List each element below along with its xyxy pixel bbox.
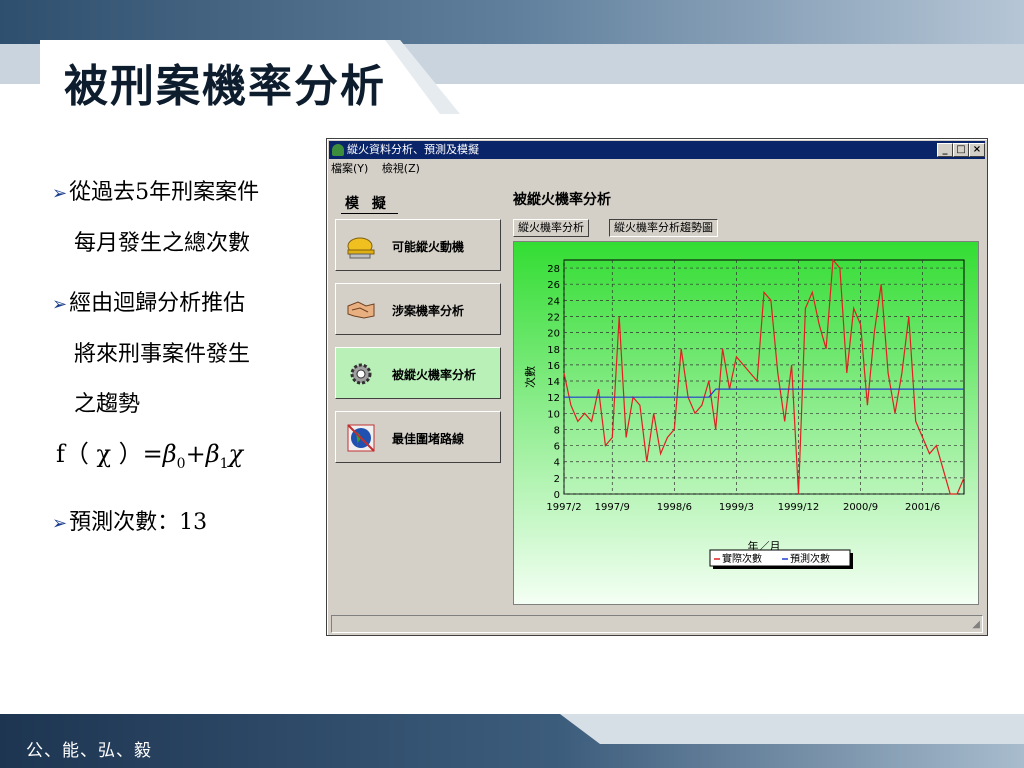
bullet-list: ➢從過去5年刑案案件 每月發生之總次數 ➢經由迴歸分析推估 將來刑事案件發生 之…	[52, 168, 322, 549]
close-button[interactable]: ×	[969, 143, 985, 157]
y-tick-label: 6	[554, 442, 560, 453]
bullet-text: 將來刑事案件發生	[74, 342, 251, 367]
menu-view[interactable]: 檢視(Z)	[382, 162, 420, 175]
app-window: 縱火資料分析、預測及模擬 _ □ × 檔案(Y) 檢視(Z) 模 擬 可能縱火動…	[326, 138, 988, 636]
panel-title: 被縱火機率分析	[513, 192, 611, 208]
y-tick-label: 22	[547, 312, 560, 323]
regression-formula: f（ χ ）=β0+β1χ	[56, 430, 322, 488]
legend-entry: 實際次數	[722, 552, 762, 565]
bullet-text: 預測次數：13	[69, 509, 208, 535]
sidebar-item-arson-motive[interactable]: 可能縱火動機	[335, 219, 501, 271]
y-tick-label: 18	[547, 345, 560, 356]
formula-sub0: 0	[176, 455, 186, 472]
window-title: 縱火資料分析、預測及模擬	[347, 143, 479, 156]
formula-beta1: β	[205, 440, 220, 468]
trend-chart: 02468101214161820222426281997/2 1997/9 199…	[514, 242, 978, 604]
window-titlebar[interactable]: 縱火資料分析、預測及模擬 _ □ ×	[329, 141, 985, 159]
sidebar-item-label: 被縱火機率分析	[392, 368, 477, 382]
formula-chi: χ	[228, 440, 244, 468]
chart-panel: 0 2 4 6 8 10 12 14 16 18 20 22 24 26 28 1997/2 1997/9 199…	[513, 241, 979, 605]
x-tick-label: 1997/9	[595, 502, 630, 513]
sidebar-heading: 模 擬	[341, 193, 398, 214]
x-tick-label: 1998/6	[657, 502, 692, 513]
legend-entry: 預測次數	[790, 552, 830, 565]
handshake-icon	[347, 301, 375, 319]
sidebar-item-involvement[interactable]: 涉案機率分析	[335, 283, 501, 335]
bullet-text: 從過去5年刑案案件	[69, 180, 260, 205]
menu-file[interactable]: 檔案(Y)	[331, 162, 368, 175]
y-axis-label: 次數	[523, 366, 537, 388]
formula-sub1: 1	[219, 455, 229, 472]
bullet-text: 每月發生之總次數	[74, 231, 251, 256]
sidebar-item-arson-probability[interactable]: 被縱火機率分析	[335, 347, 501, 399]
bullet-regression: ➢經由迴歸分析推估 將來刑事案件發生 之趨勢	[52, 279, 322, 430]
y-tick-label: 12	[547, 393, 560, 404]
gear-icon	[350, 363, 372, 385]
formula-beta0: β	[162, 440, 177, 468]
y-tick-label: 28	[547, 264, 560, 275]
x-tick-label: 1999/3	[719, 502, 754, 513]
sidebar-item-containment-route[interactable]: 最佳圍堵路線	[335, 411, 501, 463]
y-tick-label: 8	[554, 425, 560, 436]
footer-band	[0, 714, 1024, 768]
minimize-button[interactable]: _	[937, 143, 953, 157]
maximize-button[interactable]: □	[953, 143, 969, 157]
bullet-text: 經由迴歸分析推估	[69, 291, 246, 316]
bullet-text: 之趨勢	[74, 392, 141, 417]
tab-probability-trend[interactable]: 縱火機率分析趨勢圖	[609, 219, 718, 237]
simulation-sidebar: 模 擬 可能縱火動機 涉案機率分析 被縱火機率分析 最佳圍堵路線	[331, 183, 505, 611]
x-tick-label: 1997/2	[546, 502, 581, 513]
formula-lhs: f（ χ ）=	[56, 440, 163, 468]
title-area: 被刑案機率分析	[40, 40, 460, 114]
x-tick-label: 1999/12	[778, 502, 820, 513]
footer-motto: 公、能、弘、毅	[26, 741, 152, 761]
x-tick-label: 2001/6	[905, 502, 940, 513]
sidebar-item-label: 可能縱火動機	[392, 240, 465, 254]
tab-probability-analysis[interactable]: 縱火機率分析	[513, 219, 589, 237]
slide-title: 被刑案機率分析	[64, 61, 386, 112]
y-tick-label: 20	[547, 329, 560, 340]
x-tick-label: 2000/9	[843, 502, 878, 513]
y-tick-label: 16	[547, 361, 560, 372]
globe-icon	[347, 424, 375, 452]
bullet-history: ➢從過去5年刑案案件 每月發生之總次數	[52, 168, 322, 269]
resize-grip-icon[interactable]: ◢	[972, 619, 980, 630]
y-tick-label: 14	[547, 377, 560, 388]
status-bar: ◢	[331, 615, 983, 633]
y-tick-label: 10	[547, 409, 560, 420]
bullet-prediction: ➢預測次數：13	[52, 498, 322, 549]
app-fire-icon	[332, 144, 344, 156]
arrow-bullet-icon: ➢	[52, 183, 68, 204]
y-tick-label: 2	[554, 474, 560, 485]
y-tick-label: 26	[547, 280, 560, 291]
sidebar-item-label: 最佳圍堵路線	[392, 432, 465, 446]
arrow-bullet-icon: ➢	[52, 294, 68, 315]
sidebar-item-label: 涉案機率分析	[392, 304, 465, 318]
hardhat-icon	[347, 237, 375, 259]
footer-band-graphic	[0, 714, 1024, 768]
formula-plus: +	[185, 440, 206, 468]
y-tick-label: 24	[547, 296, 560, 307]
y-tick-label: 0	[554, 490, 560, 501]
menu-bar: 檔案(Y) 檢視(Z)	[331, 161, 430, 177]
y-tick-label: 4	[554, 458, 560, 469]
arrow-bullet-icon: ➢	[52, 512, 68, 534]
